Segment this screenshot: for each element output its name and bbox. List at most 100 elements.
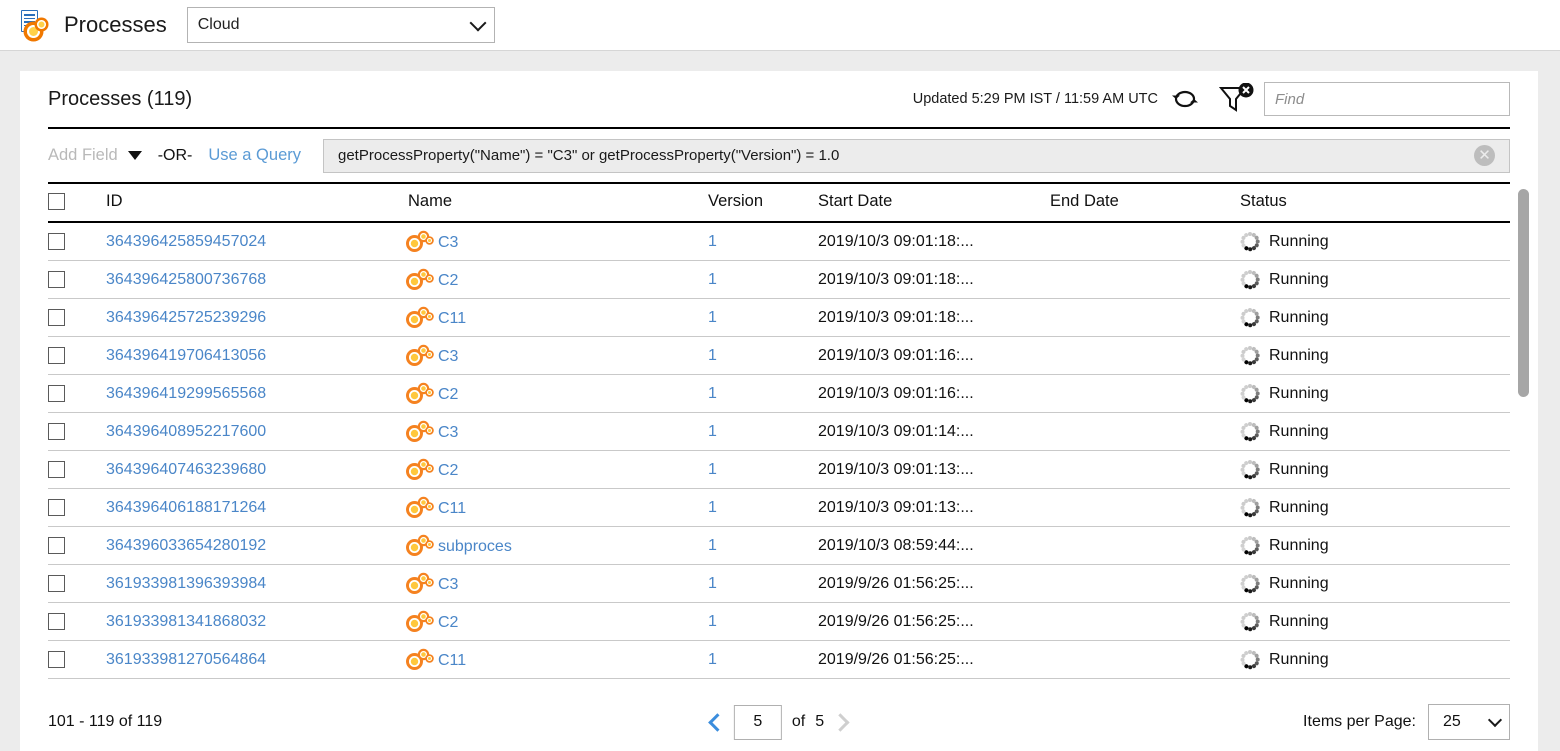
process-id-link[interactable]: 364396408952217600 bbox=[106, 423, 266, 440]
table-row[interactable]: 364396425725239296 C11 1 2019/10/3 09:01:18… bbox=[48, 298, 1510, 337]
row-checkbox[interactable] bbox=[48, 232, 65, 250]
status-spinner-icon bbox=[1240, 269, 1260, 290]
process-id-link[interactable]: 364396419706413056 bbox=[106, 347, 266, 364]
select-all-checkbox[interactable] bbox=[48, 193, 65, 211]
items-per-page-select[interactable]: 25 bbox=[1428, 704, 1510, 740]
row-checkbox[interactable] bbox=[48, 270, 65, 288]
process-name-link[interactable]: C3 bbox=[438, 348, 458, 365]
clear-query-icon[interactable]: ✕ bbox=[1474, 145, 1495, 166]
process-id-link[interactable]: 364396425859457024 bbox=[106, 233, 266, 250]
filter-clear-icon[interactable] bbox=[1216, 82, 1256, 115]
table-header: ID Name Version Start Date End Date Stat… bbox=[48, 184, 1510, 223]
process-version-link[interactable]: 1 bbox=[708, 613, 717, 630]
process-id-link[interactable]: 364396407463239680 bbox=[106, 461, 266, 478]
page-number-input[interactable] bbox=[733, 704, 782, 740]
column-header-name[interactable]: Name bbox=[408, 184, 708, 223]
refresh-icon[interactable] bbox=[1170, 86, 1200, 112]
chevron-right-icon[interactable] bbox=[831, 712, 850, 732]
row-checkbox[interactable] bbox=[48, 574, 65, 592]
table-row[interactable]: 364396408952217600 C3 1 2019/10/3 09:01:14:… bbox=[48, 412, 1510, 451]
process-name-link[interactable]: C2 bbox=[438, 386, 458, 403]
search-input[interactable] bbox=[1264, 82, 1510, 116]
table-row[interactable]: 361933981341868032 C2 1 2019/9/26 01:56:25:… bbox=[48, 602, 1510, 641]
pagination-controls: of 5 bbox=[708, 704, 850, 740]
cell-start-date: 2019/10/3 09:01:13:... bbox=[818, 450, 1050, 489]
row-checkbox[interactable] bbox=[48, 346, 65, 364]
table-row[interactable]: 364396033654280192 subproces 1 2019/10/3 08… bbox=[48, 526, 1510, 565]
table-row[interactable]: 364396419706413056 C3 1 2019/10/3 09:01:16:… bbox=[48, 336, 1510, 375]
process-id-link[interactable]: 361933981270564864 bbox=[106, 651, 266, 668]
row-checkbox[interactable] bbox=[48, 650, 65, 668]
row-checkbox[interactable] bbox=[48, 460, 65, 478]
query-text: getProcessProperty("Name") = "C3" or get… bbox=[338, 147, 840, 164]
process-version-link[interactable]: 1 bbox=[708, 347, 717, 364]
table-row[interactable]: 361933981270564864 C11 1 2019/9/26 01:56:25… bbox=[48, 640, 1510, 679]
row-checkbox[interactable] bbox=[48, 308, 65, 326]
process-name-link[interactable]: C2 bbox=[438, 614, 458, 631]
process-id-link[interactable]: 361933981341868032 bbox=[106, 613, 266, 630]
use-a-query-link[interactable]: Use a Query bbox=[208, 146, 301, 165]
process-name-link[interactable]: C11 bbox=[438, 500, 466, 517]
process-id-link[interactable]: 364396419299565568 bbox=[106, 385, 266, 402]
row-checkbox[interactable] bbox=[48, 384, 65, 402]
process-name-link[interactable]: C3 bbox=[438, 234, 458, 251]
cell-version: 1 bbox=[708, 488, 818, 527]
scope-select[interactable]: Cloud bbox=[186, 7, 495, 43]
chevron-left-icon[interactable] bbox=[708, 712, 727, 732]
process-name-link[interactable]: C2 bbox=[438, 462, 458, 479]
add-field-button[interactable]: Add Field bbox=[48, 146, 118, 165]
process-id-link[interactable]: 364396425725239296 bbox=[106, 309, 266, 326]
process-id-link[interactable]: 361933981396393984 bbox=[106, 575, 266, 592]
table-vertical-scrollbar[interactable] bbox=[1517, 184, 1530, 649]
process-name-link[interactable]: subproces bbox=[438, 538, 512, 555]
row-checkbox[interactable] bbox=[48, 422, 65, 440]
cell-version: 1 bbox=[708, 374, 818, 413]
caret-down-icon[interactable] bbox=[127, 151, 142, 160]
process-version-link[interactable]: 1 bbox=[708, 423, 717, 440]
cell-start-date: 2019/10/3 09:01:14:... bbox=[818, 412, 1050, 451]
process-version-link[interactable]: 1 bbox=[708, 385, 717, 402]
column-header-version[interactable]: Version bbox=[708, 184, 818, 223]
column-header-start-date[interactable]: Start Date bbox=[818, 184, 1050, 223]
process-version-link[interactable]: 1 bbox=[708, 575, 717, 592]
column-header-id[interactable]: ID bbox=[106, 184, 408, 223]
process-name-link[interactable]: C2 bbox=[438, 272, 458, 289]
gears-icon bbox=[408, 421, 434, 441]
gears-icon bbox=[408, 345, 434, 365]
process-name-link[interactable]: C3 bbox=[438, 424, 458, 441]
process-version-link[interactable]: 1 bbox=[708, 537, 717, 554]
row-checkbox[interactable] bbox=[48, 498, 65, 516]
cell-version: 1 bbox=[708, 336, 818, 375]
column-header-end-date[interactable]: End Date bbox=[1050, 184, 1240, 223]
process-version-link[interactable]: 1 bbox=[708, 309, 717, 326]
app-title: Processes bbox=[64, 12, 167, 37]
cell-start-date: 2019/10/3 09:01:16:... bbox=[818, 336, 1050, 375]
gears-icon bbox=[408, 459, 434, 479]
process-name-link[interactable]: C11 bbox=[438, 652, 466, 669]
process-version-link[interactable]: 1 bbox=[708, 271, 717, 288]
process-id-link[interactable]: 364396406188171264 bbox=[106, 499, 266, 516]
process-version-link[interactable]: 1 bbox=[708, 499, 717, 516]
cell-version: 1 bbox=[708, 564, 818, 603]
cell-id: 364396408952217600 bbox=[106, 412, 408, 451]
row-select-cell bbox=[48, 260, 106, 299]
cell-id: 364396419706413056 bbox=[106, 336, 408, 375]
process-version-link[interactable]: 1 bbox=[708, 233, 717, 250]
table-row[interactable]: 364396407463239680 C2 1 2019/10/3 09:01:13:… bbox=[48, 450, 1510, 489]
query-input-box[interactable]: getProcessProperty("Name") = "C3" or get… bbox=[323, 138, 1510, 173]
scrollbar-thumb[interactable] bbox=[1518, 189, 1529, 397]
process-version-link[interactable]: 1 bbox=[708, 461, 717, 478]
process-id-link[interactable]: 364396033654280192 bbox=[106, 537, 266, 554]
process-id-link[interactable]: 364396425800736768 bbox=[106, 271, 266, 288]
table-row[interactable]: 364396406188171264 C11 1 2019/10/3 09:01:13… bbox=[48, 488, 1510, 527]
process-version-link[interactable]: 1 bbox=[708, 651, 717, 668]
process-name-link[interactable]: C3 bbox=[438, 576, 458, 593]
table-row[interactable]: 364396419299565568 C2 1 2019/10/3 09:01:16:… bbox=[48, 374, 1510, 413]
column-header-status[interactable]: Status bbox=[1240, 184, 1510, 223]
process-name-link[interactable]: C11 bbox=[438, 310, 466, 327]
row-checkbox[interactable] bbox=[48, 536, 65, 554]
table-row[interactable]: 361933981396393984 C3 1 2019/9/26 01:56:25:… bbox=[48, 564, 1510, 603]
row-checkbox[interactable] bbox=[48, 612, 65, 630]
table-row[interactable]: 364396425859457024 C3 1 2019/10/3 09:01:18:… bbox=[48, 222, 1510, 261]
table-row[interactable]: 364396425800736768 C2 1 2019/10/3 09:01:18:… bbox=[48, 260, 1510, 299]
